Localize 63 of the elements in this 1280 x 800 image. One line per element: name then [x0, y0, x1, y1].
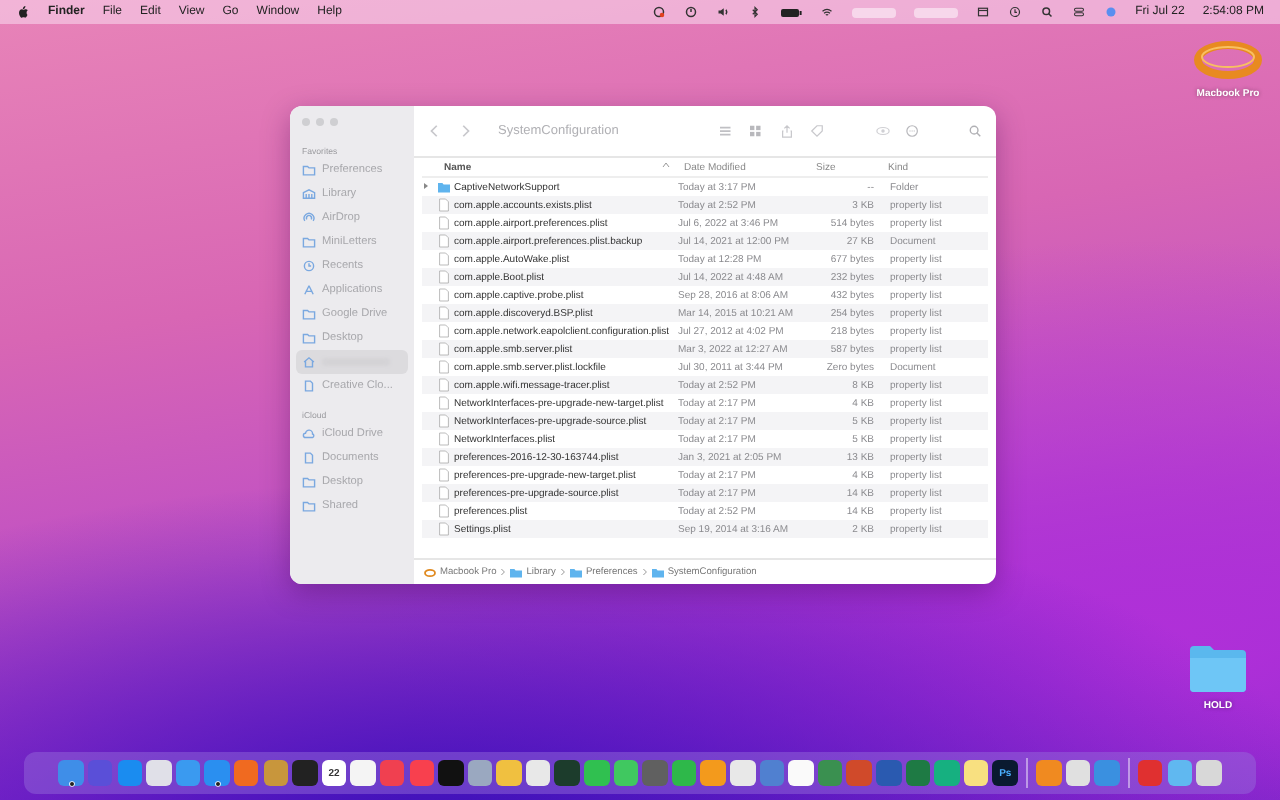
folder-icon: [569, 567, 582, 577]
folder-icon: [302, 236, 316, 248]
list-view-icon[interactable]: [718, 124, 736, 138]
app-icon[interactable]: [584, 760, 610, 786]
blurred-status-item: [913, 7, 958, 17]
control-center-icon[interactable]: [1071, 6, 1086, 18]
app-icon[interactable]: [700, 760, 726, 786]
chevron-icon: [641, 568, 648, 576]
clock-icon[interactable]: [1007, 6, 1022, 18]
blurred-status-item: [851, 7, 896, 17]
ring-icon: [424, 567, 436, 577]
more-icon[interactable]: [904, 124, 922, 138]
folder-icon[interactable]: [1188, 644, 1248, 692]
status-icon[interactable]: [651, 6, 666, 18]
app-icon[interactable]: [467, 760, 493, 786]
app-icon[interactable]: [204, 760, 230, 786]
apple-logo-icon[interactable]: [16, 6, 30, 18]
app-icon[interactable]: [1167, 760, 1193, 786]
clock-icon[interactable]: [683, 6, 698, 18]
airdrop-icon: [302, 212, 316, 224]
display-icon[interactable]: [975, 6, 990, 18]
app-icon[interactable]: [58, 760, 84, 786]
battery-icon[interactable]: [779, 7, 802, 17]
app-icon[interactable]: [263, 760, 289, 786]
app-icon[interactable]: [1065, 760, 1091, 786]
app-icon[interactable]: [292, 760, 318, 786]
running-indicator: [215, 781, 220, 786]
app-icon[interactable]: [788, 760, 814, 786]
folder-icon: [438, 180, 450, 194]
wifi-icon[interactable]: [819, 6, 834, 18]
eye-icon[interactable]: [874, 124, 892, 138]
folder-icon: [510, 567, 523, 577]
volume-icon[interactable]: [715, 6, 730, 18]
app-icon[interactable]: [613, 760, 639, 786]
app-icon[interactable]: [496, 760, 522, 786]
app-icon[interactable]: [1196, 760, 1222, 786]
siri-icon[interactable]: [1103, 6, 1118, 18]
running-indicator: [69, 781, 74, 786]
share-icon[interactable]: [778, 124, 796, 138]
app-icon[interactable]: [671, 760, 697, 786]
app-icon[interactable]: [350, 760, 376, 786]
building-icon: [302, 188, 316, 200]
app-icon[interactable]: [438, 760, 464, 786]
document-icon: [302, 452, 316, 464]
sort-caret-icon[interactable]: [662, 161, 670, 167]
app-icon[interactable]: [730, 760, 756, 786]
cloud-icon: [302, 428, 316, 440]
app-icon[interactable]: [146, 760, 172, 786]
tag-icon[interactable]: [808, 124, 826, 138]
search-icon[interactable]: [1039, 6, 1054, 18]
folder-icon: [651, 567, 664, 577]
house-icon: [302, 356, 316, 368]
apps-icon: [302, 284, 316, 296]
folder-icon: [302, 164, 316, 176]
ring-icon[interactable]: [1194, 40, 1262, 80]
grid-view-icon[interactable]: [748, 124, 766, 138]
clock-icon: [302, 260, 316, 272]
document-icon: [302, 380, 316, 392]
app-icon[interactable]: [963, 760, 989, 786]
chevron-icon: [559, 568, 566, 576]
chevron-icon: [500, 568, 507, 576]
bluetooth-icon[interactable]: [747, 6, 762, 18]
app-icon[interactable]: [525, 760, 551, 786]
